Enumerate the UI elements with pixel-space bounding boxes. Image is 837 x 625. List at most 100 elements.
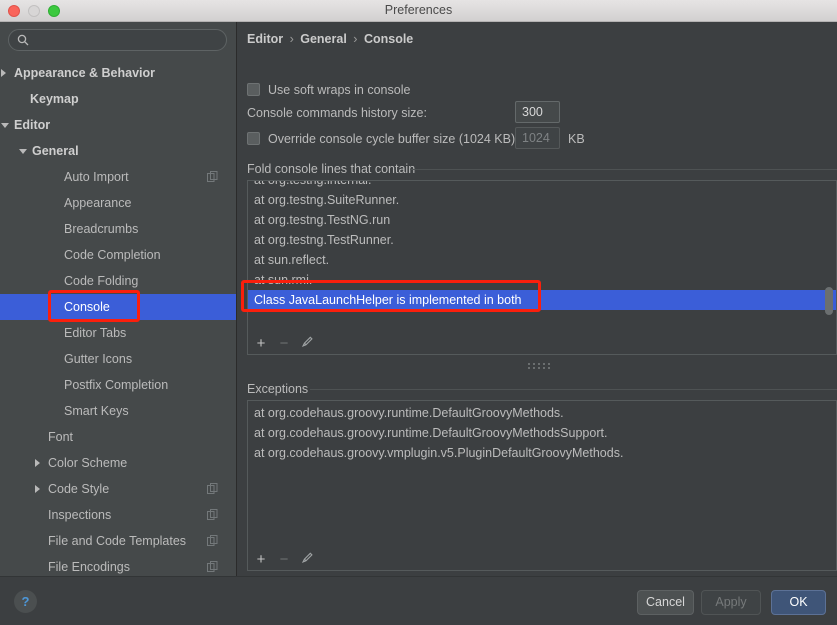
- settings-sidebar: Appearance & Behavior Keymap Editor General…: [0, 22, 237, 576]
- list-item[interactable]: at org.testng.TestNG.run: [248, 210, 836, 230]
- search-icon: [17, 34, 29, 46]
- fold-add-button[interactable]: +: [252, 335, 270, 353]
- cancel-button[interactable]: Cancel: [637, 590, 694, 615]
- chevron-right-icon[interactable]: [1, 69, 6, 77]
- sidebar-item-appearance[interactable]: Appearance: [0, 190, 236, 216]
- apply-button[interactable]: Apply: [701, 590, 761, 615]
- sidebar-item-console[interactable]: Console: [0, 294, 236, 320]
- list-item[interactable]: at org.testng.SuiteRunner.: [248, 190, 836, 210]
- sidebar-item-label: Code Style: [48, 482, 110, 496]
- sidebar-item-code-style[interactable]: Code Style: [0, 476, 236, 502]
- history-size-input[interactable]: [515, 101, 560, 123]
- exceptions-list-toolbar: + −: [247, 549, 837, 571]
- sidebar-item-label: General: [32, 144, 79, 158]
- exceptions-edit-button[interactable]: [298, 551, 316, 569]
- search-field-wrapper[interactable]: [8, 29, 227, 51]
- sidebar-item-gutter-icons[interactable]: Gutter Icons: [0, 346, 236, 372]
- sidebar-item-postfix-completion[interactable]: Postfix Completion: [0, 372, 236, 398]
- list-item[interactable]: at sun.reflect.: [248, 250, 836, 270]
- fold-rules-list[interactable]: at org.testng.internal. at org.testng.Sui…: [247, 180, 837, 334]
- sidebar-item-label: Keymap: [30, 92, 79, 106]
- breadcrumb: Editor › General › Console: [247, 32, 413, 46]
- buffer-size-input[interactable]: [515, 127, 560, 149]
- preferences-window: Preferences Appearance & Behavior Keymap E…: [0, 0, 837, 625]
- copy-icon[interactable]: [207, 483, 218, 494]
- sidebar-item-label: Breadcrumbs: [64, 222, 139, 236]
- sidebar-item-label: Appearance & Behavior: [14, 66, 156, 80]
- copy-icon[interactable]: [207, 535, 218, 546]
- exceptions-rows: at org.codehaus.groovy.runtime.DefaultGr…: [248, 403, 836, 463]
- sidebar-item-inspections[interactable]: Inspections: [0, 502, 236, 528]
- list-item[interactable]: Class JavaLaunchHelper is implemented in…: [248, 290, 836, 310]
- list-item[interactable]: at org.codehaus.groovy.runtime.DefaultGr…: [248, 423, 836, 443]
- sidebar-item-editor[interactable]: Editor: [0, 112, 236, 138]
- breadcrumb-separator-2: ›: [353, 32, 358, 46]
- override-buffer-checkbox[interactable]: [247, 132, 260, 145]
- sidebar-item-auto-import[interactable]: Auto Import: [0, 164, 236, 190]
- copy-icon[interactable]: [207, 171, 218, 182]
- sidebar-item-editor-tabs[interactable]: Editor Tabs: [0, 320, 236, 346]
- fold-edit-button[interactable]: [298, 335, 316, 353]
- sidebar-item-label: File Encodings: [48, 560, 130, 574]
- sidebar-item-color-scheme[interactable]: Color Scheme: [0, 450, 236, 476]
- dialog-footer: ? Cancel Apply OK: [0, 576, 837, 625]
- sidebar-item-font[interactable]: Font: [0, 424, 236, 450]
- splitter-handle[interactable]: [528, 363, 554, 369]
- exceptions-list[interactable]: at org.codehaus.groovy.runtime.DefaultGr…: [247, 400, 837, 550]
- exceptions-remove-button[interactable]: −: [275, 551, 293, 569]
- sidebar-item-label: Appearance: [64, 196, 132, 210]
- copy-icon[interactable]: [207, 509, 218, 520]
- override-buffer-row[interactable]: Override console cycle buffer size (1024…: [247, 132, 515, 146]
- history-size-label: Console commands history size:: [247, 106, 427, 120]
- fold-list-scroll-thumb[interactable]: [825, 287, 833, 315]
- sidebar-item-label: Inspections: [48, 508, 112, 522]
- window-title: Preferences: [384, 3, 453, 17]
- sidebar-item-breadcrumbs[interactable]: Breadcrumbs: [0, 216, 236, 242]
- sidebar-item-label: Color Scheme: [48, 456, 128, 470]
- buffer-size-unit: KB: [568, 132, 585, 146]
- list-item[interactable]: at org.testng.TestRunner.: [248, 230, 836, 250]
- sidebar-item-smart-keys[interactable]: Smart Keys: [0, 398, 236, 424]
- sidebar-item-code-completion[interactable]: Code Completion: [0, 242, 236, 268]
- sidebar-item-label: Editor Tabs: [64, 326, 127, 340]
- chevron-right-icon[interactable]: [35, 485, 40, 493]
- list-item[interactable]: at sun.rmi.: [248, 270, 836, 290]
- breadcrumb-leaf: Console: [363, 32, 414, 46]
- list-item[interactable]: at org.codehaus.groovy.runtime.DefaultGr…: [248, 403, 836, 423]
- search-input[interactable]: [34, 31, 224, 50]
- chevron-right-icon[interactable]: [35, 459, 40, 467]
- list-item[interactable]: at org.codehaus.groovy.vmplugin.v5.Plugi…: [248, 443, 836, 463]
- sidebar-item-appearance-behavior[interactable]: Appearance & Behavior: [0, 60, 236, 86]
- exceptions-add-button[interactable]: +: [252, 551, 270, 569]
- fold-remove-button[interactable]: −: [275, 335, 293, 353]
- sidebar-item-file-and-code-templates[interactable]: File and Code Templates: [0, 528, 236, 554]
- console-settings-panel: Editor › General › Console Use soft wrap…: [238, 22, 837, 576]
- help-button[interactable]: ?: [14, 590, 37, 613]
- exceptions-section-divider: [310, 389, 837, 390]
- breadcrumb-middle[interactable]: General: [300, 32, 347, 46]
- settings-tree: Appearance & Behavior Keymap Editor General…: [0, 60, 236, 576]
- sidebar-item-file-encodings[interactable]: File Encodings: [0, 554, 236, 576]
- sidebar-item-keymap[interactable]: Keymap: [0, 86, 236, 112]
- breadcrumb-separator-1: ›: [289, 32, 294, 46]
- sidebar-item-label: Code Folding: [64, 274, 139, 288]
- title-bar: Preferences: [0, 0, 837, 22]
- ok-button[interactable]: OK: [771, 590, 826, 615]
- soft-wraps-row[interactable]: Use soft wraps in console: [247, 83, 410, 97]
- soft-wraps-checkbox[interactable]: [247, 83, 260, 96]
- chevron-down-icon[interactable]: [1, 123, 9, 128]
- list-item[interactable]: at org.testng.internal.: [248, 181, 836, 190]
- pencil-icon: [301, 552, 313, 564]
- fold-section-title: Fold console lines that contain: [247, 162, 416, 176]
- sidebar-item-label: Gutter Icons: [64, 352, 133, 366]
- sidebar-item-label: Console: [64, 300, 110, 314]
- fold-rules-rows: at org.testng.internal. at org.testng.Sui…: [248, 181, 836, 310]
- breadcrumb-root[interactable]: Editor: [247, 32, 283, 46]
- sidebar-item-general[interactable]: General: [0, 138, 236, 164]
- sidebar-item-label: Code Completion: [64, 248, 161, 262]
- copy-icon[interactable]: [207, 561, 218, 572]
- sidebar-item-label: Auto Import: [64, 170, 129, 184]
- fold-list-scrollbar[interactable]: [824, 182, 835, 332]
- sidebar-item-code-folding[interactable]: Code Folding: [0, 268, 236, 294]
- chevron-down-icon[interactable]: [19, 149, 27, 154]
